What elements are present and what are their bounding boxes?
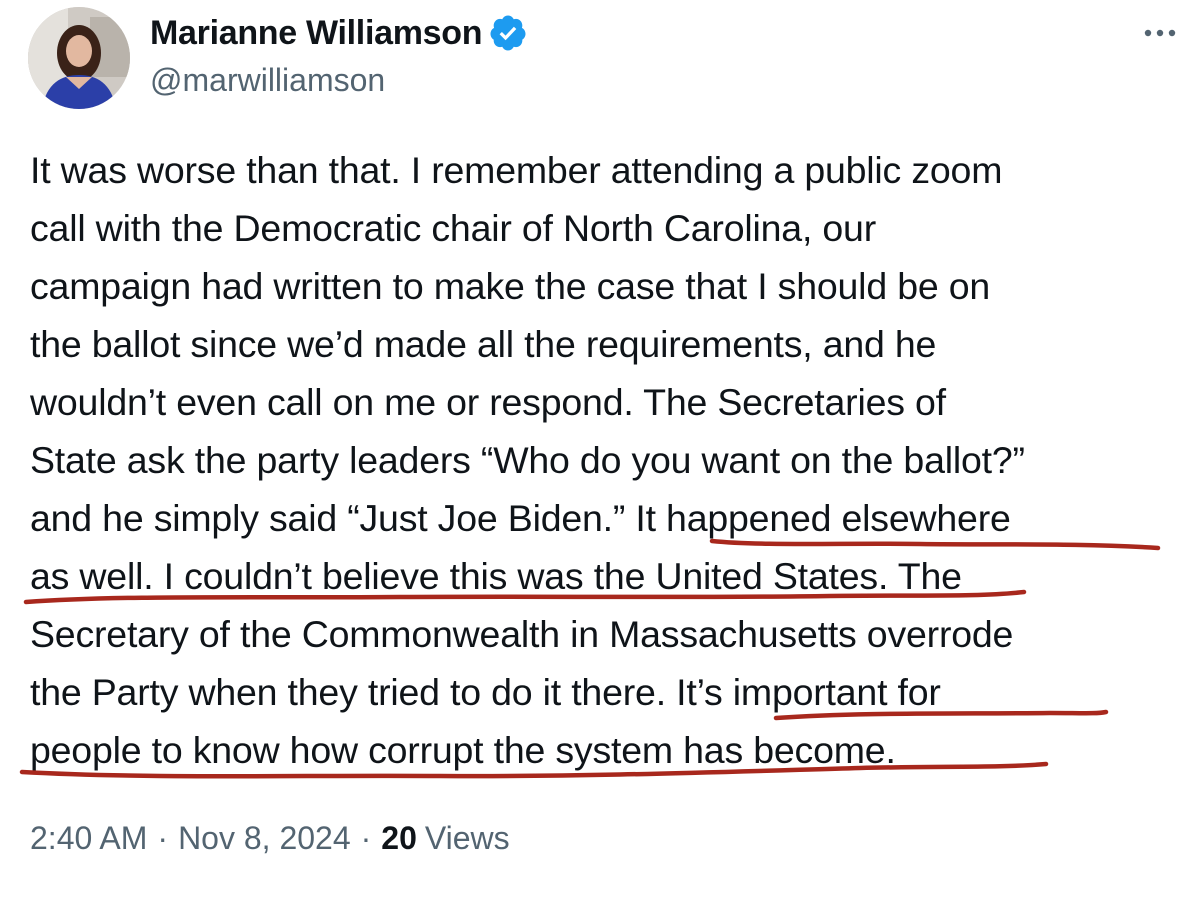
tweet-card: Marianne Williamson @marwilliamson It wa… <box>0 0 1200 901</box>
verified-badge-icon <box>488 13 528 53</box>
tweet-text-line: and he simply said “Just Joe Biden.” It … <box>30 497 1011 539</box>
tweet-text-line: Secretary of the Commonwealth in Massach… <box>30 613 1014 655</box>
tweet-text-line: It was worse than that. I remember atten… <box>30 149 1003 191</box>
views-count: 20 <box>381 820 417 856</box>
meta-separator: · <box>360 820 372 856</box>
tweet-text-line: the Party when they tried to do it there… <box>30 671 941 713</box>
avatar[interactable] <box>28 7 130 109</box>
tweet-text-line: campaign had written to make the case th… <box>30 265 991 307</box>
author-name-row: Marianne Williamson <box>150 11 528 55</box>
tweet-timestamp[interactable]: 2:40 AM <box>30 820 147 857</box>
tweet-text-line: State ask the party leaders “Who do you … <box>30 439 1025 481</box>
tweet-text-line: people to know how corrupt the system ha… <box>30 729 896 771</box>
tweet-text-line: call with the Democratic chair of North … <box>30 207 876 249</box>
tweet-text-line: wouldn’t even call on me or respond. The… <box>30 381 946 423</box>
tweet-text: It was worse than that. I remember atten… <box>30 141 1190 779</box>
views-label: Views <box>424 820 510 856</box>
more-options-button[interactable] <box>1138 14 1182 50</box>
meta-separator: · <box>157 820 169 856</box>
author-handle[interactable]: @marwilliamson <box>150 62 385 99</box>
tweet-text-line: the ballot since we’d made all the requi… <box>30 323 937 365</box>
tweet-text-line: as well. I couldn’t believe this was the… <box>30 555 962 597</box>
more-horizontal-icon <box>1144 29 1176 37</box>
author-display-name[interactable]: Marianne Williamson <box>150 14 482 53</box>
tweet-meta: 2:40 AM · Nov 8, 2024 · 20 Views <box>30 820 510 857</box>
tweet-time: 2:40 AM <box>30 820 148 856</box>
tweet-date[interactable]: Nov 8, 2024 <box>178 820 351 857</box>
avatar-photo <box>28 7 130 109</box>
